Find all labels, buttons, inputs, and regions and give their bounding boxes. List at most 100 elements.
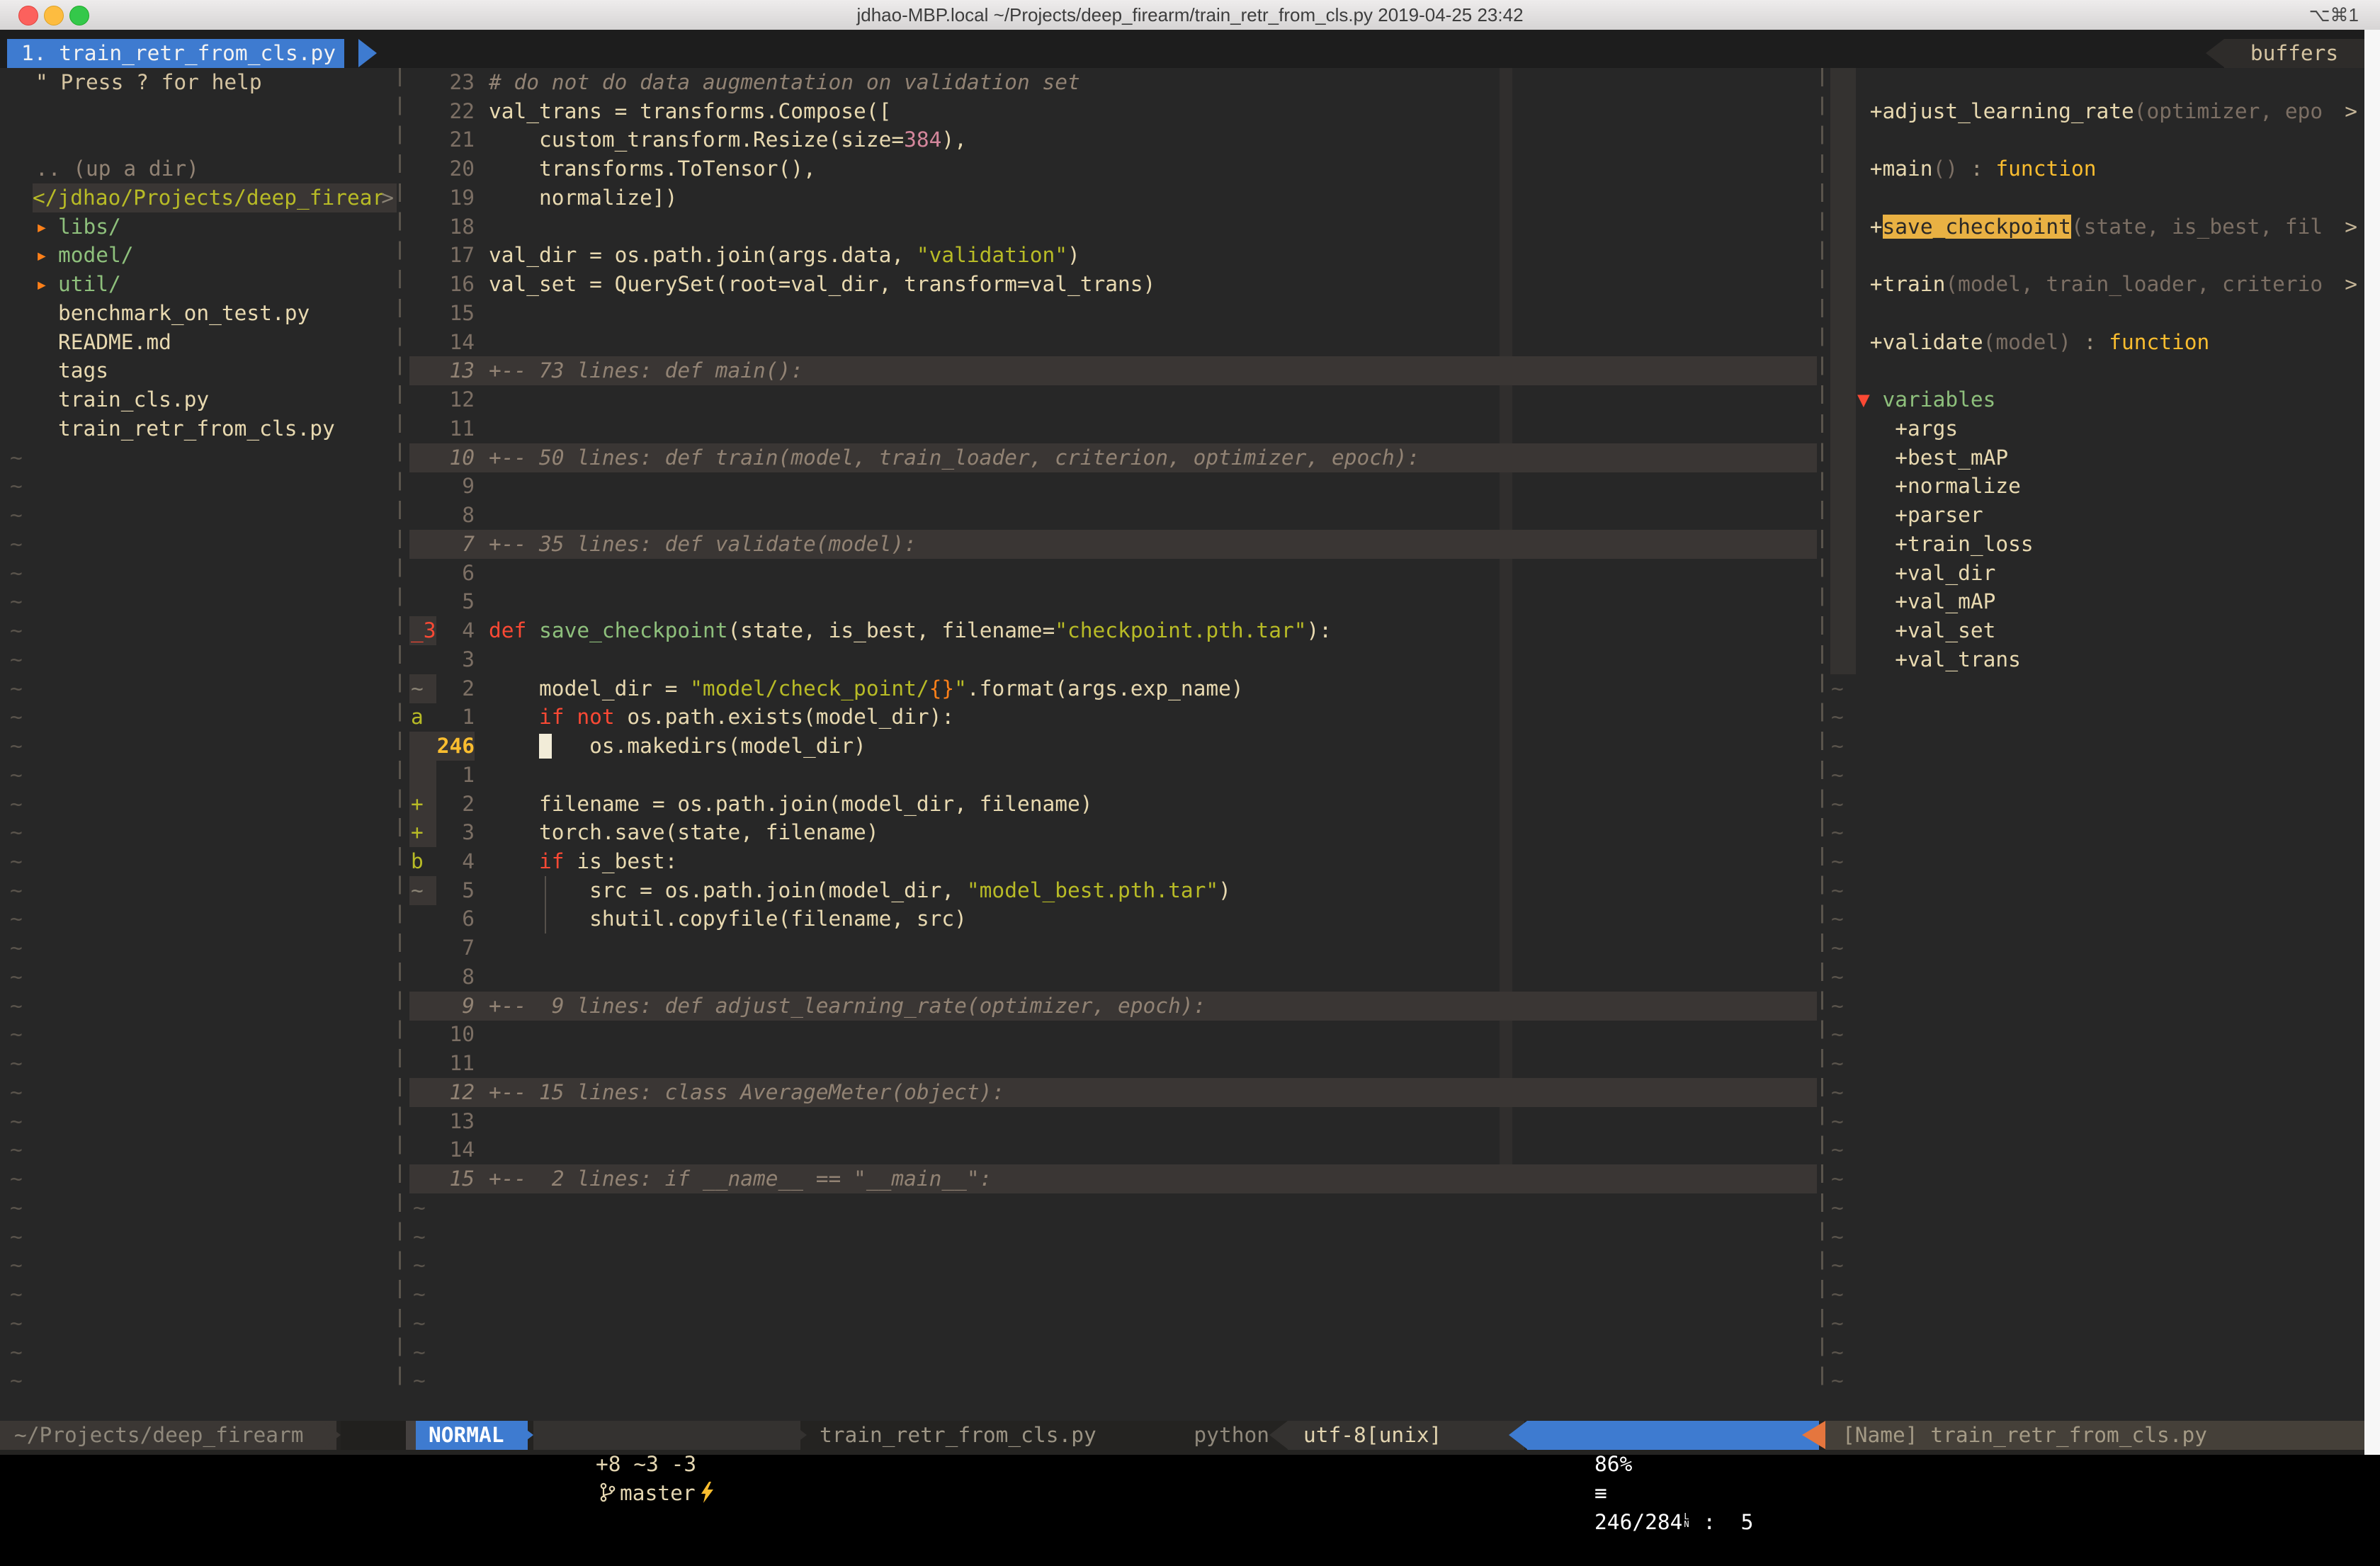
code-line[interactable]: 3 — [409, 645, 1817, 674]
tag-item[interactable]: +val_dir — [1828, 559, 2364, 588]
code-line[interactable]: 19 normalize]) — [409, 183, 1817, 212]
mode-indicator: NORMAL — [416, 1421, 528, 1450]
code-text: custom_transform.Resize(size=384), — [489, 125, 967, 154]
code-line[interactable]: 7 — [409, 934, 1817, 963]
tag-item[interactable]: +val_trans — [1828, 645, 2364, 674]
tag-item[interactable]: +validate(model) : function — [1828, 328, 2364, 357]
tag-item[interactable]: +normalize — [1828, 472, 2364, 501]
code-line[interactable]: 6 — [409, 559, 1817, 588]
code-line[interactable]: 14 — [409, 1135, 1817, 1164]
truncation-marker: > — [381, 183, 394, 212]
sign-column-cell — [409, 1164, 436, 1193]
code-editor[interactable]: 23# do not do data augmentation on valid… — [409, 68, 1817, 1395]
tree-root[interactable]: </jdhao/Projects/deep_firear> — [7, 183, 397, 212]
empty-line-tilde: ~ — [1828, 703, 2364, 732]
code-line[interactable]: a1 if not os.path.exists(model_dir): — [409, 703, 1817, 732]
tagbar-kind-header[interactable]: ▼ variables — [1828, 385, 2364, 414]
scroll-percent: 86% — [1594, 1452, 1632, 1476]
code-line[interactable]: 8 — [409, 963, 1817, 992]
truncation-marker: > — [2345, 212, 2357, 242]
sign-column-cell — [409, 732, 436, 761]
code-line[interactable]: 1 — [409, 761, 1817, 790]
tree-item-file[interactable]: train_cls.py — [7, 385, 397, 414]
tag-item[interactable]: +train_loss — [1828, 530, 2364, 559]
code-line[interactable]: 18 — [409, 212, 1817, 242]
tag-item[interactable]: +main() : function — [1828, 154, 2364, 183]
code-line[interactable]: 17val_dir = os.path.join(args.data, "val… — [409, 241, 1817, 270]
tagbar-gutter — [1830, 183, 1856, 212]
code-line[interactable]: 9 — [409, 472, 1817, 501]
line-number: 12 — [435, 1078, 475, 1107]
code-line[interactable]: 14 — [409, 328, 1817, 357]
truncation-marker: > — [2345, 97, 2357, 126]
fold-text: +-- 73 lines: def main(): — [489, 356, 803, 385]
code-line[interactable]: b4 if is_best: — [409, 847, 1817, 876]
line-number: 13 — [435, 356, 475, 385]
fold-line[interactable]: 15+-- 2 lines: if __name__ == "__main__"… — [409, 1164, 1817, 1193]
code-line[interactable]: 11 — [409, 414, 1817, 443]
tag-item[interactable]: +train(model, train_loader, criterio> — [1828, 270, 2364, 299]
code-line[interactable]: 23# do not do data augmentation on valid… — [409, 68, 1817, 97]
code-line[interactable]: 15 — [409, 299, 1817, 328]
empty-line-tilde: ~ — [1828, 1251, 2364, 1280]
dir-name: libs/ — [58, 212, 121, 242]
tag-item[interactable]: +save_checkpoint(state, is_best, fil> — [1828, 212, 2364, 242]
tag-item[interactable]: +args — [1828, 414, 2364, 443]
tree-item-dir[interactable]: ▸libs/ — [7, 212, 397, 242]
code-line[interactable]: +3 torch.save(state, filename) — [409, 818, 1817, 847]
tag-item[interactable]: +parser — [1828, 501, 2364, 530]
line-number: 2 — [435, 790, 475, 819]
code-line[interactable]: ~5 src = os.path.join(model_dir, "model_… — [409, 876, 1817, 905]
fold-line[interactable]: 12+-- 15 lines: class AverageMeter(objec… — [409, 1078, 1817, 1107]
window-separator[interactable] — [1821, 68, 1823, 1395]
tag-item[interactable]: +val_set — [1828, 616, 2364, 645]
code-line[interactable]: 21 custom_transform.Resize(size=384), — [409, 125, 1817, 154]
empty-line-tilde: ~ — [1828, 1338, 2364, 1367]
tree-item-dir[interactable]: ▸model/ — [7, 241, 397, 270]
fold-text: +-- 2 lines: if __name__ == "__main__": — [489, 1164, 992, 1193]
fold-line[interactable]: 13 +-- 73 lines: def main(): — [409, 356, 1817, 385]
tag-item[interactable]: +adjust_learning_rate(optimizer, epo> — [1828, 97, 2364, 126]
code-line[interactable]: 8 — [409, 501, 1817, 530]
sign-column-cell — [409, 125, 436, 154]
code-line[interactable]: 22val_trans = transforms.Compose([ — [409, 97, 1817, 126]
code-line[interactable]: 5 — [409, 587, 1817, 616]
empty-line-tilde: ~ — [1828, 876, 2364, 905]
tagbar-gutter — [1830, 472, 1856, 501]
fold-line[interactable]: 10+-- 50 lines: def train(model, train_l… — [409, 443, 1817, 472]
code-line[interactable]: 16val_set = QuerySet(root=val_dir, trans… — [409, 270, 1817, 299]
code-line[interactable]: ~2 model_dir = "model/check_point/{}".fo… — [409, 674, 1817, 703]
tag-item[interactable]: +best_mAP — [1828, 443, 2364, 472]
tree-item-file[interactable]: train_retr_from_cls.py — [7, 414, 397, 443]
tagbar-gutter — [1830, 68, 1856, 97]
tree-item-file[interactable]: benchmark_on_test.py — [7, 299, 397, 328]
code-line[interactable]: 6 shutil.copyfile(filename, src) — [409, 904, 1817, 934]
window-separator[interactable] — [399, 68, 401, 1395]
code-line[interactable]: 13 — [409, 1107, 1817, 1136]
empty-line-tilde: ~ — [7, 1020, 397, 1049]
code-line[interactable]: _34def save_checkpoint(state, is_best, f… — [409, 616, 1817, 645]
tab-train-retr-from-cls[interactable]: 1. train_retr_from_cls.py — [7, 39, 344, 68]
tag-item[interactable]: +val_mAP — [1828, 587, 2364, 616]
fold-line[interactable]: 7+-- 35 lines: def validate(model): — [409, 530, 1817, 559]
code-line[interactable]: 246 os.makedirs(model_dir) — [409, 732, 1817, 761]
line-number: 7 — [435, 530, 475, 559]
code-line[interactable]: 10 — [409, 1020, 1817, 1049]
tree-item-file[interactable]: README.md — [7, 328, 397, 357]
scrollbar-track[interactable] — [2364, 30, 2380, 1455]
code-line[interactable]: 11 — [409, 1049, 1817, 1078]
code-line[interactable]: 12 — [409, 385, 1817, 414]
git-branch-name: master — [620, 1481, 696, 1505]
powerline-arrow-icon — [1269, 1421, 1288, 1449]
code-line[interactable]: +2 filename = os.path.join(model_dir, fi… — [409, 790, 1817, 819]
empty-line-tilde: ~ — [7, 1309, 397, 1338]
chevron-right-icon: ▸ — [35, 241, 48, 270]
sign-column-cell — [409, 299, 436, 328]
line-number: 10 — [435, 1020, 475, 1049]
code-line[interactable]: 20 transforms.ToTensor(), — [409, 154, 1817, 183]
tree-item-file[interactable]: tags — [7, 356, 397, 385]
tree-item-dir[interactable]: ▸util/ — [7, 270, 397, 299]
sign-column-cell: a — [409, 703, 436, 732]
fold-line[interactable]: 9+-- 9 lines: def adjust_learning_rate(o… — [409, 992, 1817, 1021]
tree-up-dir[interactable]: .. (up a dir) — [7, 154, 397, 183]
